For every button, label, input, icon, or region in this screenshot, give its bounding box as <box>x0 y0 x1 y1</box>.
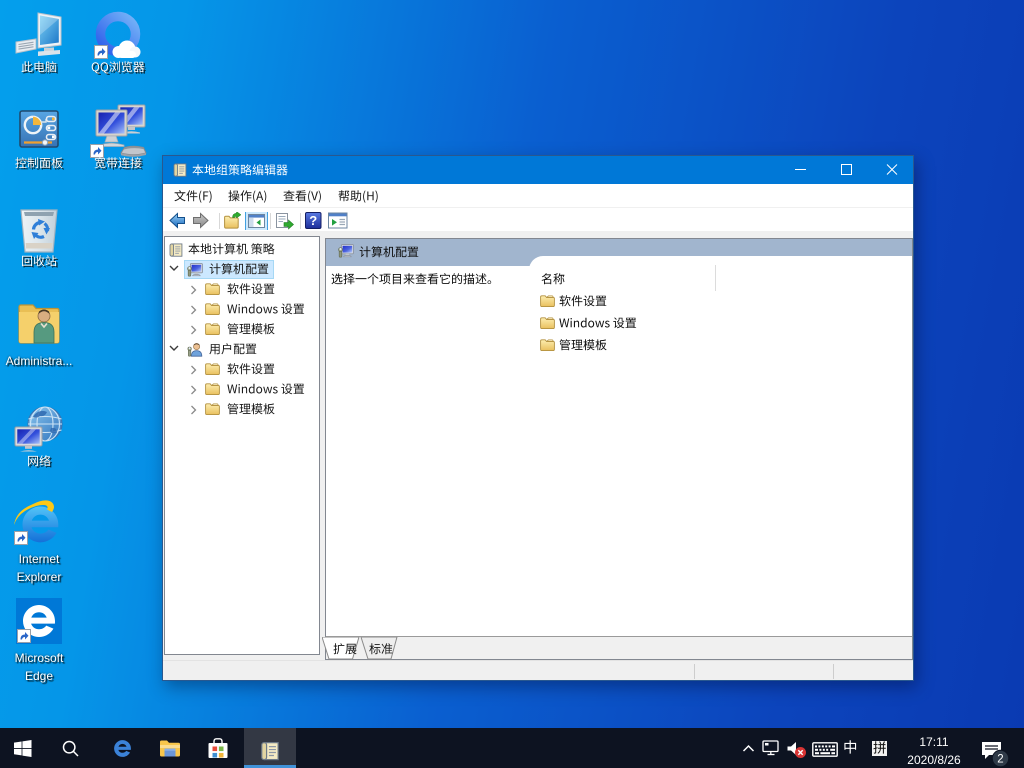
svg-text:2: 2 <box>997 754 1003 766</box>
svg-text:?: ? <box>309 213 317 228</box>
